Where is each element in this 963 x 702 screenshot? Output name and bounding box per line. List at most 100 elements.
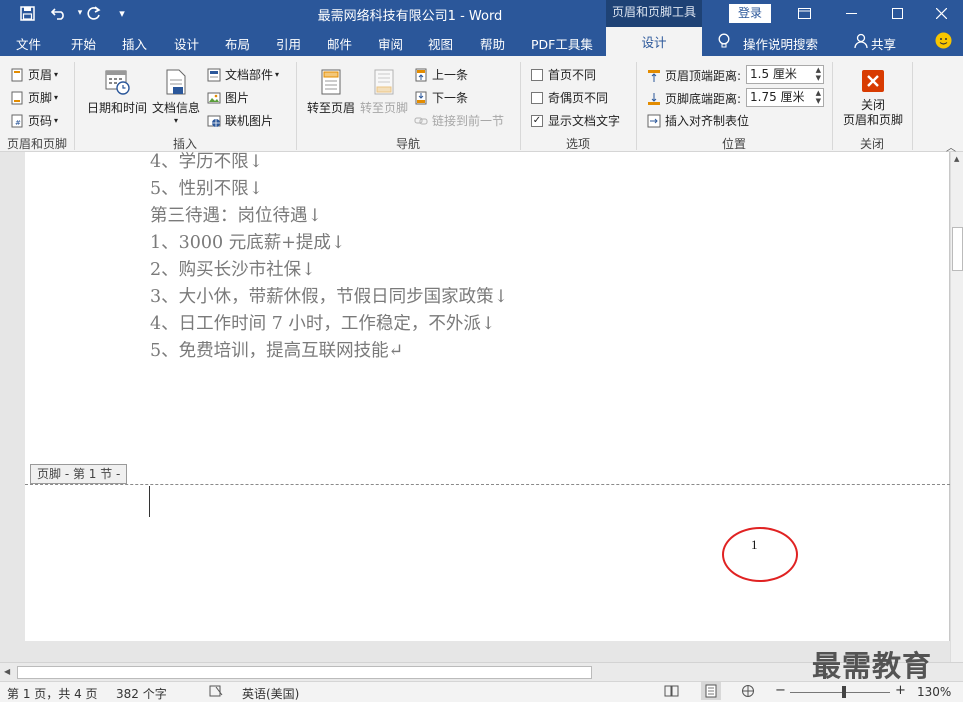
print-layout-icon[interactable]	[701, 682, 721, 700]
document-parts-button[interactable]: 文档部件 ▾	[207, 66, 279, 83]
login-button[interactable]: 登录	[729, 4, 771, 23]
tab-design[interactable]: 设计	[174, 34, 199, 53]
page-number-button[interactable]: # 页码 ▾	[10, 112, 58, 129]
zoom-in-button[interactable]: +	[895, 683, 906, 698]
document-info-button[interactable]: 文档信息 ▾	[150, 68, 202, 125]
ribbon: 页眉 ▾ 页脚 ▾ # 页码 ▾ 页眉和页脚 日期和时间 文档信息 ▾ 文档部件 ▾ 图片…	[0, 56, 963, 154]
chevron-down-icon: ▾	[54, 93, 59, 102]
tab-references[interactable]: 引用	[276, 34, 301, 53]
checkbox	[531, 91, 543, 104]
tab-header-footer-design[interactable]: 设计	[606, 27, 702, 56]
zoom-slider-thumb[interactable]	[842, 686, 846, 698]
document-line: 4、学历不限↓	[150, 152, 264, 172]
page-count-status[interactable]: 第 1 页，共 4 页	[7, 685, 98, 702]
footer-icon	[10, 91, 24, 105]
context-tools-label: 页眉和页脚工具	[606, 0, 702, 27]
footer-section-tag: 页脚 - 第 1 节 -	[30, 464, 128, 484]
checkmark-icon: ✓	[531, 114, 543, 127]
vertical-scroll-thumb[interactable]	[952, 227, 963, 271]
chevron-down-icon: ▾	[275, 70, 280, 79]
zoom-out-button[interactable]: −	[775, 683, 786, 698]
footer-position-icon	[647, 92, 661, 106]
redo-icon[interactable]	[81, 3, 105, 23]
spin-arrows-icon[interactable]: ▲ ▼	[816, 66, 821, 82]
tab-mailings[interactable]: 邮件	[327, 34, 352, 53]
tab-home[interactable]: 开始	[71, 34, 96, 53]
header-top-distance-input[interactable]: 1.5 厘米 ▲ ▼	[746, 65, 824, 84]
customize-icon[interactable]: ▾	[110, 3, 134, 23]
smiley-icon[interactable]	[935, 32, 952, 52]
language-status[interactable]: 英语(美国)	[242, 685, 299, 702]
different-first-page-checkbox[interactable]: 首页不同	[531, 66, 596, 83]
online-picture-icon	[207, 114, 221, 128]
goto-header-icon	[319, 68, 343, 96]
header-button[interactable]: 页眉 ▾	[10, 66, 58, 83]
share-button[interactable]: 共享	[871, 34, 896, 53]
document-page[interactable]: 4、学历不限↓ 5、性别不限↓ 第三待遇：岗位待遇↓ 1、3000 元底薪+提成…	[25, 152, 950, 641]
svg-text:#: #	[15, 119, 21, 127]
document-line: 5、性别不限↓	[150, 179, 264, 199]
watermark-logo: 最需教育	[812, 649, 933, 683]
text-cursor	[149, 486, 150, 517]
tab-view[interactable]: 视图	[428, 34, 453, 53]
document-line: 4、日工作时间 7 小时，工作稳定，不外派↓	[150, 314, 496, 334]
picture-button[interactable]: 图片	[207, 89, 249, 106]
user-icon	[854, 33, 868, 52]
word-count-status[interactable]: 382 个字	[116, 685, 167, 702]
horizontal-scroll-thumb[interactable]	[17, 666, 592, 679]
zoom-slider[interactable]	[790, 692, 890, 693]
group-label-position: 位置	[721, 137, 746, 151]
document-parts-icon	[207, 68, 221, 82]
annotation-circle	[722, 527, 798, 582]
tab-insert[interactable]: 插入	[122, 34, 147, 53]
group-label-close: 关闭	[859, 137, 884, 151]
document-area: 4、学历不限↓ 5、性别不限↓ 第三待遇：岗位待遇↓ 1、3000 元底薪+提成…	[0, 152, 963, 662]
footer-bottom-distance-input[interactable]: 1.75 厘米 ▲ ▼	[746, 88, 824, 107]
ribbon-tab-bar: 文件 开始 插入 设计 布局 引用 邮件 审阅 视图 帮助 PDF工具集 设计 …	[0, 27, 963, 56]
document-line: 3、大小休，带薪休假，节假日同步国家政策↓	[150, 287, 509, 307]
maximize-icon[interactable]	[874, 0, 920, 27]
tab-help[interactable]: 帮助	[480, 34, 505, 53]
group-separator	[912, 62, 913, 150]
ribbon-display-options-icon[interactable]	[781, 0, 827, 27]
previous-section-icon	[414, 68, 428, 82]
tab-pdf-tools[interactable]: PDF工具集	[531, 34, 593, 53]
footer-boundary-line	[25, 484, 950, 485]
tell-me-search[interactable]: 操作说明搜索	[743, 34, 818, 53]
scroll-up-icon[interactable]: ▲	[954, 155, 959, 163]
document-line: 第三待遇：岗位待遇↓	[150, 206, 323, 226]
group-label-options: 选项	[565, 137, 590, 151]
document-info-icon	[164, 68, 188, 96]
tab-layout[interactable]: 布局	[225, 34, 250, 53]
close-icon[interactable]	[918, 0, 963, 27]
goto-header-button[interactable]: 转至页眉	[305, 68, 357, 116]
show-document-text-checkbox[interactable]: ✓ 显示文档文字	[531, 112, 620, 129]
insert-alignment-tab-button[interactable]: 插入对齐制表位	[647, 112, 749, 129]
date-time-button[interactable]: 日期和时间	[86, 68, 148, 116]
window-title: 最需网络科技有限公司1 - Word	[317, 9, 503, 24]
tab-review[interactable]: 审阅	[378, 34, 403, 53]
tab-file[interactable]: 文件	[16, 34, 41, 53]
close-header-footer-button[interactable]: 关闭 页眉和页脚	[840, 70, 906, 128]
title-bar: ▾ ▾ 最需网络科技有限公司1 - Word 页眉和页脚工具 登录	[0, 0, 963, 27]
minimize-icon[interactable]	[828, 0, 874, 27]
different-odd-even-checkbox[interactable]: 奇偶页不同	[531, 89, 608, 106]
scroll-left-icon[interactable]: ◀	[4, 667, 10, 676]
next-button[interactable]: 下一条	[414, 89, 468, 106]
footer-button[interactable]: 页脚 ▾	[10, 89, 58, 106]
web-layout-icon[interactable]	[741, 684, 756, 701]
zoom-level[interactable]: 130%	[917, 685, 951, 699]
online-picture-button[interactable]: 联机图片	[207, 112, 273, 129]
goto-footer-button: 转至页脚	[358, 68, 410, 116]
proofing-icon[interactable]	[209, 684, 223, 701]
save-icon[interactable]	[15, 3, 39, 23]
group-label-header-footer: 页眉和页脚	[6, 137, 67, 151]
previous-button[interactable]: 上一条	[414, 66, 468, 83]
document-line: 5、免费培训，提高互联网技能↵	[150, 341, 404, 361]
read-mode-icon[interactable]	[664, 684, 679, 701]
document-line: 2、购买长沙市社保↓	[150, 260, 316, 280]
header-position-icon	[647, 69, 661, 83]
link-to-previous-button: 链接到前一节	[414, 112, 504, 129]
vertical-scrollbar[interactable]: ▲	[950, 152, 963, 662]
spin-arrows-icon[interactable]: ▲ ▼	[816, 89, 821, 105]
